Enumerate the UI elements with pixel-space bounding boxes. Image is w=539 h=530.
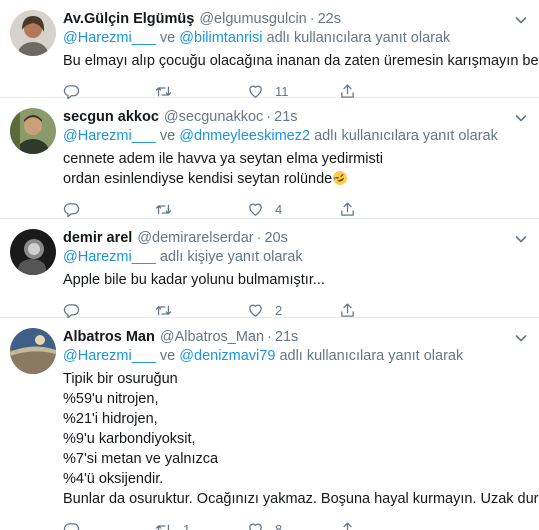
- author-name[interactable]: demir arel: [63, 229, 132, 248]
- share-button[interactable]: [339, 83, 431, 100]
- share-icon: [341, 302, 354, 317]
- share-button[interactable]: [339, 201, 431, 218]
- tweet-text: Apple bile bu kadar yolunu bulmamıştır..…: [63, 272, 325, 288]
- share-icon: [341, 521, 354, 530]
- share-button[interactable]: [339, 521, 431, 530]
- reply-context: @Harezmi___ adlı kişiye yanıt olarak: [63, 249, 303, 265]
- reply-button[interactable]: [63, 521, 155, 530]
- reply-context: @Harezmi___ ve @denizmavi79 adlı kullanı…: [63, 348, 464, 364]
- mention-link[interactable]: @Harezmi___: [63, 128, 156, 144]
- author-name[interactable]: Albatros Man: [63, 328, 155, 347]
- retweet-icon: [155, 305, 172, 315]
- chevron-down-icon[interactable]: [513, 330, 529, 346]
- tweet[interactable]: secgun akkoc @secgunakkoc · 21s @Harezmi…: [0, 98, 539, 219]
- chevron-down-icon[interactable]: [513, 12, 529, 28]
- author-handle[interactable]: @elgumusgulcin: [199, 10, 306, 29]
- author-handle[interactable]: @secgunakkoc: [164, 108, 263, 127]
- tweet-header: demir arel @demirarelserdar · 20s: [63, 229, 288, 248]
- like-button[interactable]: 11: [247, 83, 339, 100]
- tweet-header: Albatros Man @Albatros_Man · 21s: [63, 328, 299, 347]
- tweet-text: cennete adem ile havva ya seytan elma ye…: [63, 151, 383, 187]
- tweet-time[interactable]: 22s: [318, 10, 341, 29]
- reply-button[interactable]: [63, 302, 155, 319]
- tweet[interactable]: demir arel @demirarelserdar · 20s @Harez…: [0, 219, 539, 318]
- retweet-button[interactable]: [155, 201, 247, 218]
- reply-icon: [63, 84, 80, 99]
- tweet-header: Av.Gülçin Elgümüş @elgumusgulcin · 22s: [63, 10, 341, 29]
- author-handle[interactable]: @demirarelserdar: [137, 229, 253, 248]
- reply-icon: [63, 303, 80, 318]
- heart-icon: [249, 523, 262, 530]
- reply-icon: [63, 522, 80, 530]
- like-count: 8: [275, 521, 283, 530]
- tweet-text: Tipik bir osuruğun %59'u nitrojen, %21'i…: [63, 371, 539, 507]
- tweet-time[interactable]: 21s: [274, 108, 297, 127]
- mention-link[interactable]: @Harezmi___: [63, 249, 156, 265]
- tweet-feed: Av.Gülçin Elgümüş @elgumusgulcin · 22s @…: [0, 0, 539, 530]
- like-count: 11: [275, 83, 289, 99]
- chevron-down-icon[interactable]: [513, 231, 529, 247]
- mention-link[interactable]: @Harezmi___: [63, 348, 156, 364]
- like-count: 2: [275, 302, 283, 318]
- chevron-down-icon[interactable]: [513, 110, 529, 126]
- like-button[interactable]: 2: [247, 302, 339, 319]
- reply-icon: [63, 202, 80, 217]
- reply-button[interactable]: [63, 83, 155, 100]
- share-icon: [341, 83, 354, 98]
- heart-icon: [249, 85, 262, 98]
- retweet-button[interactable]: [155, 83, 247, 100]
- avatar[interactable]: [10, 108, 56, 154]
- reply-context: @Harezmi___ ve @bilimtanrisi adlı kullan…: [63, 30, 451, 46]
- retweet-icon: [155, 204, 172, 214]
- tweet[interactable]: Av.Gülçin Elgümüş @elgumusgulcin · 22s @…: [0, 0, 539, 100]
- retweet-icon: [155, 86, 172, 96]
- like-button[interactable]: 4: [247, 201, 339, 218]
- avatar[interactable]: [10, 229, 56, 275]
- rolling-on-floor-laughing-emoji: [333, 171, 348, 185]
- mention-link[interactable]: @bilimtanrisi: [179, 30, 262, 46]
- retweet-count: 1: [183, 521, 191, 530]
- mention-link[interactable]: @dnmeyleeskimez2: [179, 128, 310, 144]
- tweet[interactable]: Albatros Man @Albatros_Man · 21s @Harezm…: [0, 318, 539, 530]
- heart-icon: [249, 304, 262, 317]
- mention-link[interactable]: @Harezmi___: [63, 30, 156, 46]
- author-handle[interactable]: @Albatros_Man: [160, 328, 264, 347]
- avatar[interactable]: [10, 10, 56, 56]
- tweet-header: secgun akkoc @secgunakkoc · 21s: [63, 108, 298, 127]
- tweet-time[interactable]: 21s: [275, 328, 298, 347]
- reply-button[interactable]: [63, 201, 155, 218]
- tweet-actions: 1 8: [63, 512, 527, 530]
- retweet-icon: [155, 524, 172, 530]
- mention-link[interactable]: @denizmavi79: [179, 348, 275, 364]
- tweet-time[interactable]: 20s: [264, 229, 287, 248]
- like-count: 4: [275, 201, 283, 217]
- retweet-button[interactable]: 1: [155, 521, 247, 530]
- share-button[interactable]: [339, 302, 431, 319]
- like-button[interactable]: 8: [247, 521, 339, 530]
- author-name[interactable]: secgun akkoc: [63, 108, 159, 127]
- share-icon: [341, 201, 354, 216]
- retweet-button[interactable]: [155, 302, 247, 319]
- heart-icon: [249, 203, 262, 216]
- tweet-text: Bu elmayı alıp çocuğu olacağına inanan d…: [63, 53, 539, 69]
- reply-context: @Harezmi___ ve @dnmeyleeskimez2 adlı kul…: [63, 128, 498, 144]
- avatar[interactable]: [10, 328, 56, 374]
- author-name[interactable]: Av.Gülçin Elgümüş: [63, 10, 194, 29]
